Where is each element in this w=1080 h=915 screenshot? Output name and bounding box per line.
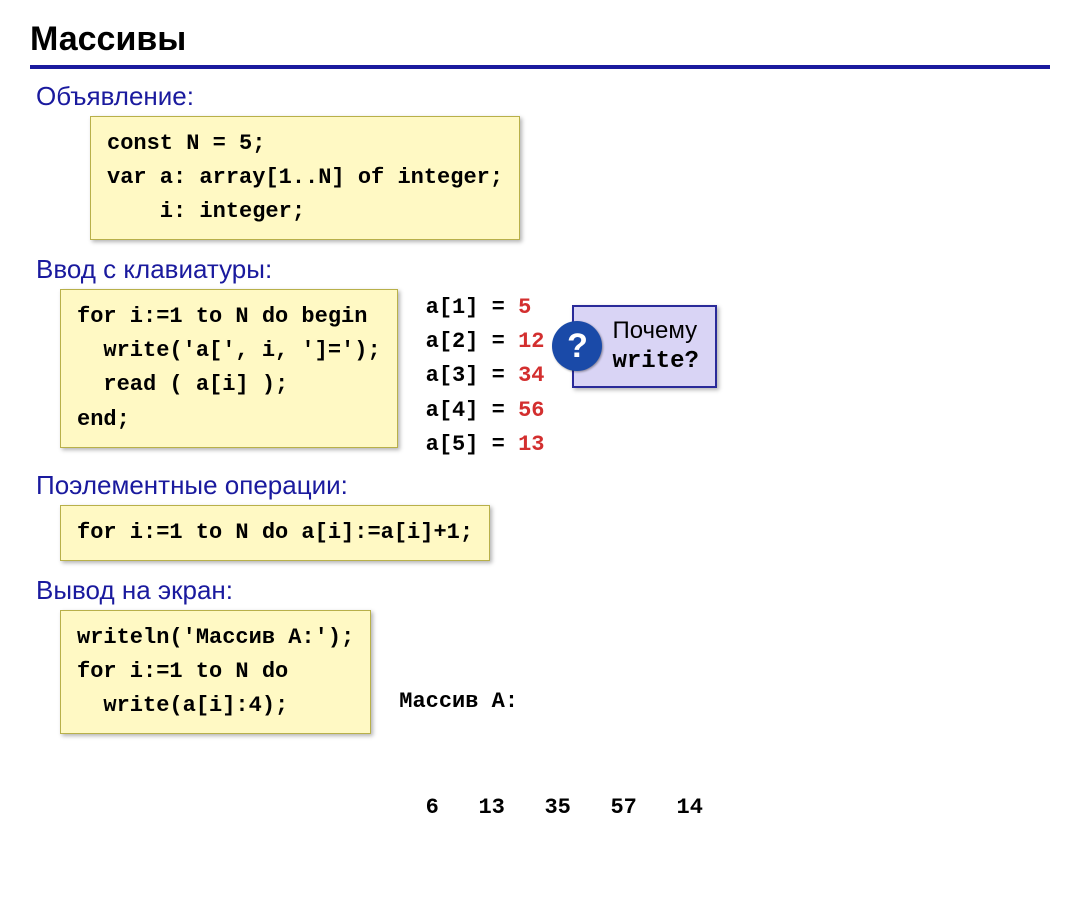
- page-title: Массивы: [30, 20, 1050, 69]
- output-value: 5: [518, 295, 531, 320]
- output-result: Массив A: 6 13 35 57 14: [399, 614, 703, 896]
- code-ops: for i:=1 to N do a[i]:=a[i]+1;: [60, 505, 490, 561]
- section-ops-heading: Поэлементные операции:: [36, 470, 1050, 501]
- callout-line1: Почему: [612, 315, 698, 346]
- code-declaration: const N = 5; var a: array[1..N] of integ…: [90, 116, 520, 240]
- output-label: a[5] =: [426, 432, 518, 457]
- code-input: for i:=1 to N do begin write('a[', i, ']…: [60, 289, 398, 447]
- output-label: a[3] =: [426, 363, 518, 388]
- output-value: 13: [518, 432, 544, 457]
- question-icon: ?: [552, 321, 602, 371]
- output-result-label: Массив A:: [399, 684, 703, 719]
- section-output-heading: Вывод на экран:: [36, 575, 1050, 606]
- output-label: a[2] =: [426, 329, 518, 354]
- output-value: 12: [518, 329, 544, 354]
- callout-line2: write?: [612, 346, 698, 377]
- output-label: a[4] =: [426, 398, 518, 423]
- output-value: 56: [518, 398, 544, 423]
- section-declaration-heading: Объявление:: [36, 81, 1050, 112]
- output-label: a[1] =: [426, 295, 518, 320]
- input-output-values: a[1] = 5 a[2] = 12 a[3] = 34 a[4] = 56 a…: [426, 291, 545, 461]
- output-value: 34: [518, 363, 544, 388]
- code-output: writeln('Массив A:'); for i:=1 to N do w…: [60, 610, 371, 734]
- section-input-heading: Ввод с клавиатуры:: [36, 254, 1050, 285]
- callout-why-write: ? Почему write?: [572, 305, 716, 387]
- output-result-values: 6 13 35 57 14: [399, 790, 703, 825]
- callout-text: Почему write?: [612, 315, 698, 377]
